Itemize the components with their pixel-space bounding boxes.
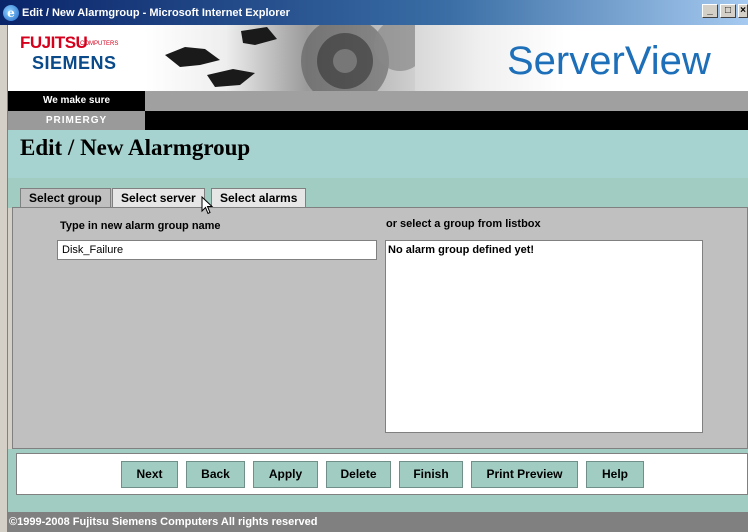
banner-black-bar [145,111,748,130]
alarm-group-name-input[interactable]: Disk_Failure [57,240,377,260]
name-field-label: Type in new alarm group name [60,220,221,232]
product-logo: ServerView [415,25,748,91]
gears-graphic [165,25,415,91]
banner-gray-bar [145,91,748,111]
mouse-pointer-icon [201,196,214,215]
gears-image [145,25,415,91]
window-controls: _ □ × [700,4,748,18]
print-preview-button[interactable]: Print Preview [471,461,578,488]
finish-button[interactable]: Finish [399,461,463,488]
product-name: ServerView [507,39,711,83]
logo-fujitsu: FUJITSU [20,33,88,52]
select-group-panel: Type in new alarm group name Disk_Failur… [12,207,748,449]
delete-button[interactable]: Delete [326,461,391,488]
slogan: We make sure [8,91,145,111]
copyright-footer: ©1999-2008 Fujitsu Siemens Computers All… [8,512,748,532]
alarm-group-listbox[interactable]: No alarm group defined yet! [385,240,703,433]
help-button[interactable]: Help [586,461,644,488]
close-button[interactable]: × [738,4,748,18]
logo-computers: COMPUTERS [80,41,119,47]
page-header: Edit / New Alarmgroup [8,130,748,178]
listbox-label: or select a group from listbox [386,218,541,230]
logo-siemens: SIEMENS [32,53,117,73]
primergy-label: PRIMERGY [8,111,145,130]
serverview-banner: FUJITSU COMPUTERS SIEMENS ServerView We … [8,25,748,130]
listbox-empty-message: No alarm group defined yet! [388,244,535,256]
apply-button[interactable]: Apply [253,461,318,488]
tab-select-alarms[interactable]: Select alarms [211,188,307,208]
maximize-button[interactable]: □ [720,4,736,18]
next-button[interactable]: Next [121,461,178,488]
window-left-frame [0,25,8,532]
window-titlebar[interactable]: e Edit / New Alarmgroup - Microsoft Inte… [0,0,748,25]
minimize-button[interactable]: _ [702,4,718,18]
window-title: Edit / New Alarmgroup - Microsoft Intern… [22,6,290,19]
ie-icon[interactable]: e [3,4,19,21]
page-title: Edit / New Alarmgroup [20,135,251,160]
fujitsu-siemens-logo: FUJITSU COMPUTERS SIEMENS [8,25,145,91]
tab-select-group[interactable]: Select group [20,188,111,209]
tab-select-server[interactable]: Select server [112,188,205,208]
back-button[interactable]: Back [186,461,245,488]
